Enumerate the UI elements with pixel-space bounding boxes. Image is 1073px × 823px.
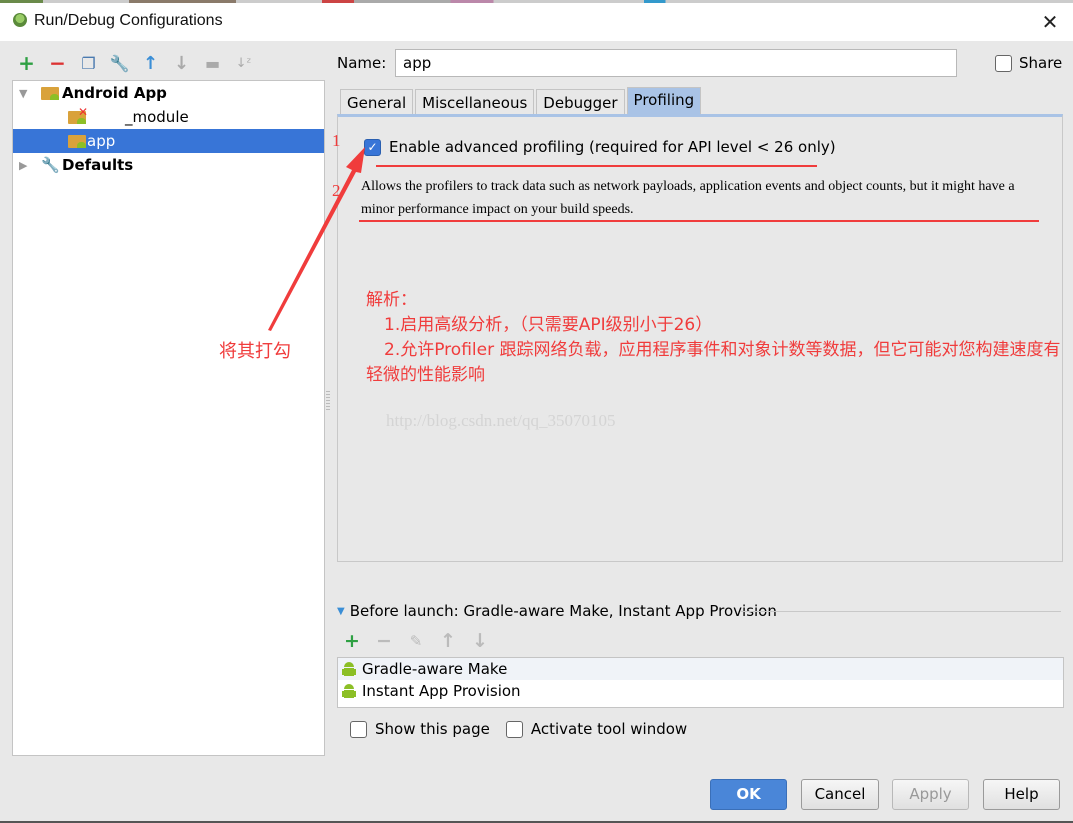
before-launch-toolbar: + − ✎ ↑ ↓ — [342, 630, 490, 652]
android-studio-icon — [13, 13, 27, 27]
analysis-title: 解析： — [366, 290, 417, 310]
expand-arrow-icon[interactable]: ▼ — [19, 87, 33, 100]
share-checkbox[interactable]: Share — [995, 54, 1062, 72]
move-up-icon[interactable]: ↑ — [438, 630, 458, 652]
tree-item-label: _module — [125, 108, 189, 126]
activate-tool-window-label: Activate tool window — [530, 720, 688, 738]
tab-profiling[interactable]: Profiling — [626, 87, 702, 116]
list-item-label: Instant App Provision — [362, 682, 521, 700]
analysis-line-1: 1.启用高级分析，（只需要API级别小于26） — [384, 315, 713, 335]
collapse-triangle-icon[interactable]: ▼ — [337, 606, 345, 617]
wrench-icon: 🔧 — [41, 156, 60, 174]
tree-item-module[interactable]: _module — [13, 105, 324, 129]
move-up-icon[interactable]: ↑ — [140, 53, 161, 74]
tree-item-app[interactable]: app — [13, 129, 324, 153]
tree-item-android-app[interactable]: ▼ Android App — [13, 81, 324, 105]
launch-options: Show this page Activate tool window — [350, 720, 687, 738]
android-config-icon — [68, 134, 86, 148]
before-launch-label: Before launch: Gradle-aware Make, Instan… — [349, 602, 777, 620]
close-icon[interactable]: ✕ — [1037, 9, 1063, 35]
apply-button[interactable]: Apply — [892, 779, 969, 810]
ok-button[interactable]: OK — [710, 779, 787, 810]
checkmark-icon[interactable]: ✓ — [364, 138, 381, 156]
activate-tool-window-checkbox[interactable] — [505, 720, 523, 738]
add-icon[interactable]: + — [16, 51, 37, 75]
tree-item-label: app — [87, 132, 116, 150]
remove-icon[interactable]: − — [47, 51, 68, 75]
list-item-label: Gradle-aware Make — [362, 660, 508, 678]
share-checkbox-box[interactable] — [995, 54, 1012, 72]
separator — [740, 611, 1061, 612]
config-tree: ▼ Android App _module app ▶ 🔧 Defaults — [12, 80, 325, 756]
profiling-description: Allows the profilers to track data such … — [361, 179, 1015, 217]
tab-miscellaneous[interactable]: Miscellaneous — [415, 89, 535, 116]
tab-debugger[interactable]: Debugger — [536, 89, 625, 116]
cancel-button[interactable]: Cancel — [801, 779, 879, 810]
android-folder-icon — [41, 86, 59, 100]
annotation-marker-2: 2 — [332, 181, 341, 200]
tab-bar: General Miscellaneous Debugger Profiling — [340, 87, 703, 116]
edit-icon[interactable]: ✎ — [406, 632, 426, 650]
collapse-arrow-icon[interactable]: ▶ — [19, 159, 33, 172]
name-label: Name: — [337, 54, 387, 72]
add-icon[interactable]: + — [342, 630, 362, 652]
annotation-marker-1: 1 — [332, 131, 341, 150]
before-launch-header[interactable]: ▼ Before launch: Gradle-aware Make, Inst… — [337, 602, 777, 620]
sort-icon[interactable]: ↓ᶻ — [233, 53, 254, 74]
annotation-underline-2 — [359, 220, 1039, 222]
error-config-icon — [68, 105, 88, 124]
window-title: Run/Debug Configurations — [34, 12, 223, 29]
title-bar: Run/Debug Configurations ✕ — [0, 3, 1073, 41]
watermark: http://blog.csdn.net/qq_35070105 — [386, 411, 616, 430]
android-icon — [342, 683, 356, 699]
splitter-handle[interactable] — [326, 390, 330, 410]
move-down-icon[interactable]: ↓ — [171, 53, 192, 74]
analysis-line-2-text: 2.允许Profiler 跟踪网络负载，应用程序事件和对象计数等数据，但它可能对… — [366, 340, 1061, 385]
annotation-underline-1 — [376, 165, 817, 167]
android-icon — [342, 661, 356, 677]
analysis-line-2: 2.允许Profiler 跟踪网络负载，应用程序事件和对象计数等数据，但它可能对… — [366, 338, 1071, 388]
tab-general[interactable]: General — [340, 89, 414, 116]
share-label: Share — [1019, 54, 1063, 72]
name-input[interactable] — [395, 49, 957, 77]
config-toolbar: + − ❐ 🔧 ↑ ↓ ▬ ↓ᶻ — [16, 51, 254, 75]
edit-defaults-icon[interactable]: 🔧 — [109, 53, 130, 74]
help-button[interactable]: Help — [983, 779, 1060, 810]
annotation-analysis: 解析： 1.启用高级分析，（只需要API级别小于26） 2.允许Profiler… — [366, 288, 1071, 388]
enable-advanced-profiling-checkbox[interactable]: ✓ Enable advanced profiling (required fo… — [364, 138, 836, 156]
list-item[interactable]: Instant App Provision — [338, 680, 1063, 702]
folder-icon[interactable]: ▬ — [202, 53, 223, 74]
move-down-icon[interactable]: ↓ — [470, 630, 490, 652]
annotation-note: 将其打勾 — [219, 341, 291, 362]
before-launch-list: Gradle-aware Make Instant App Provision — [337, 657, 1064, 708]
tree-item-label: Android App — [62, 84, 167, 102]
tree-item-label: Defaults — [62, 156, 134, 174]
list-item[interactable]: Gradle-aware Make — [338, 658, 1063, 680]
copy-icon[interactable]: ❐ — [78, 53, 99, 74]
enable-advanced-profiling-label: Enable advanced profiling (required for … — [389, 138, 836, 156]
tree-item-defaults[interactable]: ▶ 🔧 Defaults — [13, 153, 324, 177]
show-this-page-label: Show this page — [375, 720, 490, 738]
show-this-page-checkbox[interactable] — [350, 720, 367, 738]
remove-icon[interactable]: − — [374, 630, 394, 652]
